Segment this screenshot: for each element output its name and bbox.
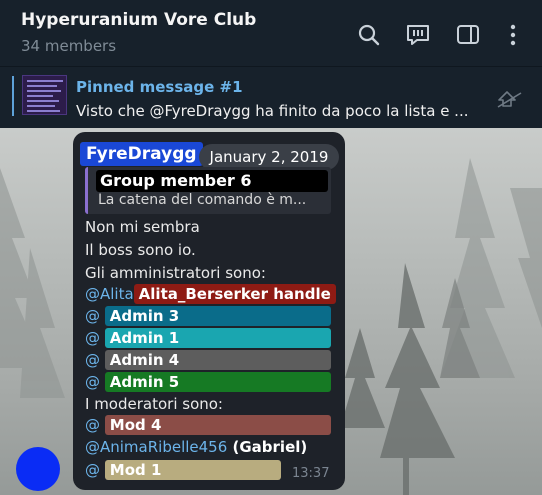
reply-snippet: La catena del comando è m... [98, 192, 307, 208]
tag-admin4: Admin 4 [104, 350, 331, 370]
text-line: Gli amministratori sono: [85, 264, 266, 282]
chat-title[interactable]: Hyperuranium Vore Club [21, 10, 256, 30]
pinned-label: Pinned message #1 [76, 78, 243, 96]
tag-mod4: Mod 4 [104, 415, 331, 435]
admin-line: @ Admin 5 [85, 372, 331, 392]
gabriel-label: (Gabriel) [227, 438, 308, 456]
mention-link[interactable]: @AnimaRibelle456 [85, 438, 227, 456]
mention-link[interactable]: @ [85, 351, 100, 369]
avatar[interactable] [16, 447, 60, 491]
text-line: Il boss sono io. [85, 241, 196, 259]
pinned-text: Visto che @FyreDraygg ha finito da poco … [76, 102, 469, 120]
admin-line: @ Admin 4 [85, 350, 331, 370]
mention-link[interactable]: @Alita [85, 285, 134, 303]
mod-line: @ Mod 1 [85, 460, 281, 480]
pinned-indicator [12, 76, 14, 116]
message-time: 13:37 [292, 466, 330, 481]
text-line: Non mi sembra [85, 218, 200, 236]
search-icon[interactable] [356, 22, 382, 48]
pinned-message-bar[interactable]: Pinned message #1 Visto che @FyreDraygg … [0, 66, 542, 128]
more-vertical-icon[interactable] [500, 22, 526, 48]
mod-line: @AnimaRibelle456 (Gabriel) [85, 438, 307, 456]
mention-link[interactable]: @ [85, 307, 100, 325]
unpin-icon[interactable] [495, 88, 525, 110]
reply-preview[interactable]: Group member 6 La catena del comando è m… [85, 167, 331, 214]
member-count[interactable]: 34 members [21, 37, 116, 55]
text-line: I moderatori sono: [85, 395, 223, 413]
admin-line: @Alita Alita_Berserker handle [85, 284, 336, 304]
mention-link[interactable]: @ [85, 329, 100, 347]
mention-link[interactable]: @ [85, 373, 100, 391]
mention-link[interactable]: @ [85, 461, 100, 479]
discussion-icon[interactable] [405, 22, 431, 48]
tag-mod1: Mod 1 [104, 460, 281, 480]
mention-link[interactable]: @ [85, 416, 100, 434]
admin-line: @ Admin 3 [85, 306, 331, 326]
pinned-thumbnail [22, 75, 67, 115]
tag-admin1: Admin 1 [104, 328, 331, 348]
chat-header: Hyperuranium Vore Club 34 members [0, 0, 542, 66]
tag-alita: Alita_Berserker handle [133, 284, 336, 304]
sidebar-toggle-icon[interactable] [455, 22, 481, 48]
tag-admin5: Admin 5 [104, 372, 331, 392]
mod-line: @ Mod 4 [85, 415, 331, 435]
sender-name[interactable]: FyreDraygg [80, 142, 203, 166]
tag-admin3: Admin 3 [104, 306, 331, 326]
reply-author: Group member 6 [96, 170, 328, 192]
admin-line: @ Admin 1 [85, 328, 331, 348]
